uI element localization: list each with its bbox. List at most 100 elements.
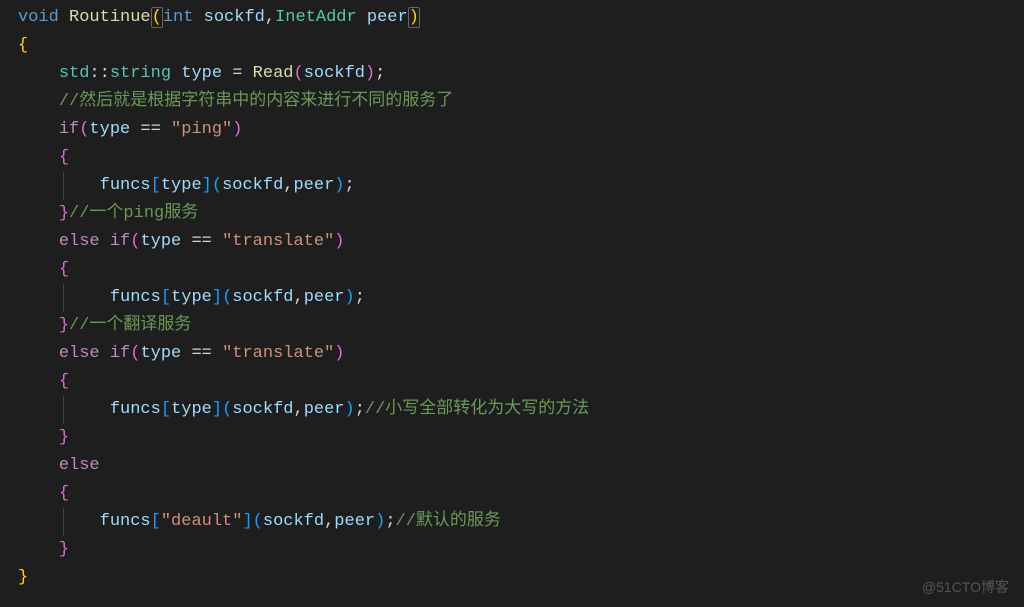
comment: //一个ping服务: [69, 204, 198, 223]
code-line: }//一个翻译服务: [0, 312, 1024, 340]
paren: ): [334, 176, 344, 195]
namespace: std: [59, 64, 90, 83]
type: InetAddr: [275, 8, 357, 27]
type: string: [110, 64, 171, 83]
code-line: funcs[type](sockfd,peer);//小写全部转化为大写的方法: [0, 396, 1024, 424]
code-line: else if(type == "translate"): [0, 228, 1024, 256]
string-literal: "ping": [171, 120, 232, 139]
bracket: [: [161, 288, 171, 307]
paren: (: [222, 400, 232, 419]
code-line: std::string type = Read(sockfd);: [0, 60, 1024, 88]
comment: //默认的服务: [396, 512, 501, 531]
code-line: }//一个ping服务: [0, 200, 1024, 228]
function-name: Routinue: [69, 8, 151, 27]
variable: peer: [293, 176, 334, 195]
code-editor[interactable]: void Routinue(int sockfd,InetAddr peer) …: [0, 4, 1024, 592]
brace-open: {: [59, 372, 69, 391]
brace-open: {: [59, 148, 69, 167]
bracket: [: [151, 176, 161, 195]
comment: //小写全部转化为大写的方法: [365, 400, 589, 419]
code-line: funcs[type](sockfd,peer);: [0, 284, 1024, 312]
paren: ): [375, 512, 385, 531]
semicolon: ;: [355, 400, 365, 419]
brace-open: {: [18, 36, 28, 55]
variable: type: [89, 120, 130, 139]
brace-close: }: [59, 540, 69, 559]
keyword-if: if: [110, 344, 130, 363]
variable: funcs: [110, 288, 161, 307]
variable: funcs: [100, 176, 151, 195]
variable: type: [171, 288, 212, 307]
comment: //然后就是根据字符串中的内容来进行不同的服务了: [59, 92, 453, 111]
code-line: {: [0, 144, 1024, 172]
variable: sockfd: [232, 288, 293, 307]
scope-op: ::: [89, 64, 109, 83]
string-literal: "deault": [161, 512, 243, 531]
operator: ==: [130, 120, 171, 139]
watermark: @51CTO博客: [922, 573, 1009, 601]
variable: type: [171, 400, 212, 419]
paren: (: [253, 512, 263, 531]
keyword-if: if: [110, 232, 130, 251]
bracket: ]: [212, 288, 222, 307]
paren: (: [130, 232, 140, 251]
brace-close: }: [59, 316, 69, 335]
string-literal: "translate": [222, 232, 334, 251]
code-line: }: [0, 536, 1024, 564]
function-call: Read: [253, 64, 294, 83]
comma: ,: [265, 8, 275, 27]
keyword-else: else: [59, 344, 100, 363]
variable: sockfd: [232, 400, 293, 419]
paren: ): [365, 64, 375, 83]
code-line: else if(type == "translate"): [0, 340, 1024, 368]
paren: ): [334, 344, 344, 363]
brace-open: {: [59, 260, 69, 279]
code-line: {: [0, 256, 1024, 284]
paren: ): [345, 288, 355, 307]
keyword-else: else: [59, 232, 100, 251]
code-line: }: [0, 424, 1024, 452]
semicolon: ;: [375, 64, 385, 83]
paren: ): [345, 400, 355, 419]
variable: sockfd: [222, 176, 283, 195]
code-line: {: [0, 480, 1024, 508]
paren: ): [232, 120, 242, 139]
semicolon: ;: [355, 288, 365, 307]
code-line: void Routinue(int sockfd,InetAddr peer): [0, 4, 1024, 32]
brace-open: {: [59, 484, 69, 503]
comma: ,: [283, 176, 293, 195]
param: sockfd: [204, 8, 265, 27]
variable: type: [140, 232, 181, 251]
variable: type: [181, 64, 222, 83]
semicolon: ;: [385, 512, 395, 531]
code-line: {: [0, 32, 1024, 60]
brace-close: }: [59, 428, 69, 447]
param: peer: [367, 8, 408, 27]
operator: =: [222, 64, 253, 83]
variable: sockfd: [263, 512, 324, 531]
paren-close: ): [408, 7, 420, 28]
code-line: {: [0, 368, 1024, 396]
code-line: if(type == "ping"): [0, 116, 1024, 144]
semicolon: ;: [345, 176, 355, 195]
variable: funcs: [110, 400, 161, 419]
variable: funcs: [100, 512, 151, 531]
comma: ,: [293, 288, 303, 307]
comma: ,: [324, 512, 334, 531]
operator: ==: [181, 232, 222, 251]
paren: ): [334, 232, 344, 251]
variable: peer: [304, 288, 345, 307]
variable: type: [161, 176, 202, 195]
paren-open: (: [151, 7, 163, 28]
bracket: [: [161, 400, 171, 419]
paren: (: [222, 288, 232, 307]
code-line: else: [0, 452, 1024, 480]
variable: peer: [304, 400, 345, 419]
variable: peer: [334, 512, 375, 531]
bracket: ]: [202, 176, 212, 195]
paren: (: [79, 120, 89, 139]
code-line: //然后就是根据字符串中的内容来进行不同的服务了: [0, 88, 1024, 116]
paren: (: [293, 64, 303, 83]
paren: (: [212, 176, 222, 195]
bracket: ]: [212, 400, 222, 419]
